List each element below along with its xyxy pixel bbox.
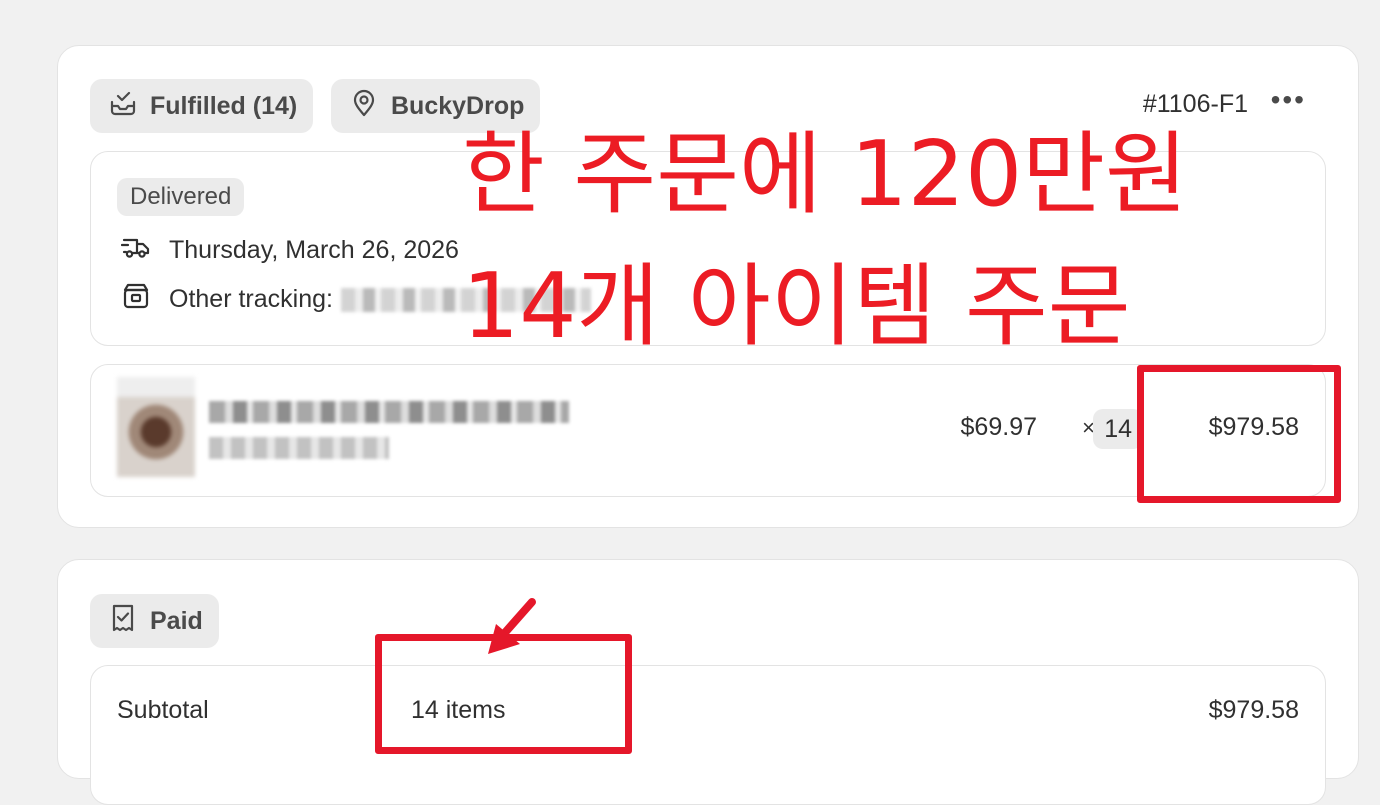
delivery-truck-icon [120,232,151,269]
subtotal-label: Subtotal [117,696,209,724]
inbox-check-icon [108,88,138,125]
fulfilled-status-pill[interactable]: Fulfilled (14) [90,79,314,133]
paid-status-pill[interactable]: Paid [90,594,219,648]
receipt-check-icon [108,603,138,640]
more-actions-button[interactable]: ••• [1271,84,1306,116]
product-thumbnail[interactable] [117,377,195,477]
paid-status-label: Paid [150,606,203,635]
payment-card: Paid Subtotal 14 items $979.58 [57,559,1359,805]
annotation-line-2: 14개 아이템 주문 [462,254,1131,359]
annotation-box-total [1137,365,1341,503]
delivery-date-row: Thursday, March 26, 2026 [120,232,459,269]
location-label: BuckyDrop [391,91,525,120]
tracking-label: Other tracking: [169,285,333,313]
location-pin-icon [349,88,379,125]
product-title-redacted[interactable] [209,401,569,423]
payment-summary-box: Subtotal 14 items $979.58 [90,665,1326,805]
subtotal-value: $979.58 [1208,696,1299,724]
delivered-badge: Delivered [117,178,245,216]
delivery-date: Thursday, March 26, 2026 [169,236,459,264]
annotation-arrow-icon [488,598,536,654]
annotation-line-1: 한 주문에 120만원 [462,122,1188,227]
package-icon [121,281,151,318]
fulfilled-status-label: Fulfilled (14) [150,91,298,120]
quantity-badge: 14 [1093,409,1143,449]
fulfillment-order-number: #1106-F1 [1142,90,1248,118]
unit-price: $69.97 [960,413,1037,441]
product-variant-redacted [209,437,389,459]
